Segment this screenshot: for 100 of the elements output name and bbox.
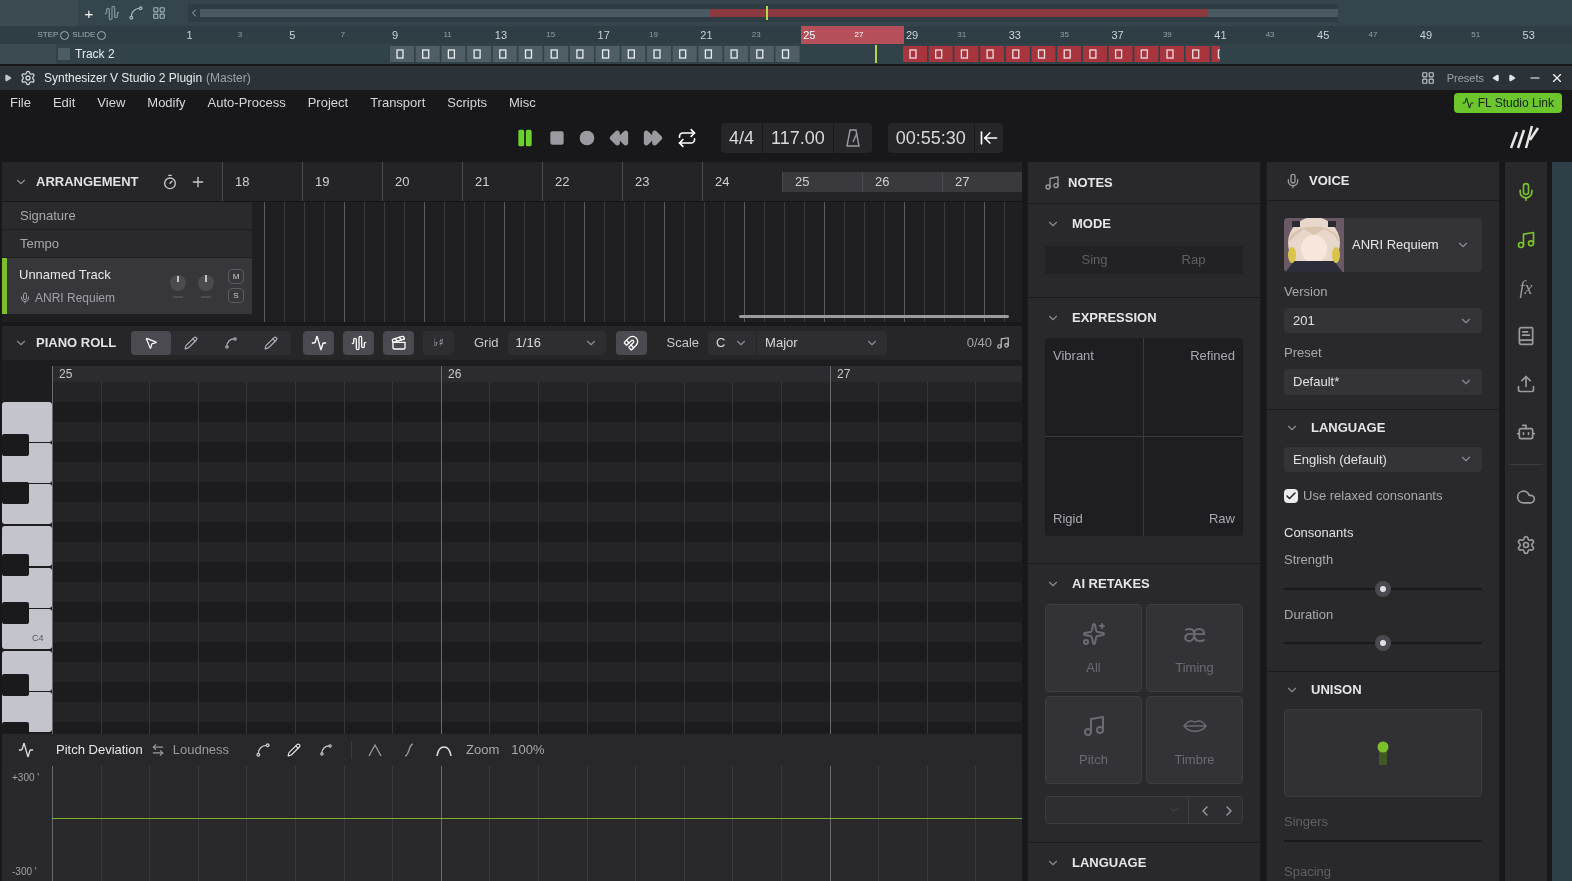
slide-toggle[interactable]: SLIDE — [72, 29, 107, 41]
axis-label: +300 ' — [12, 771, 40, 785]
track-label[interactable]: Track 2 — [75, 45, 185, 63]
menu-item[interactable]: Edit — [52, 93, 76, 113]
section-title: LANGUAGE — [1072, 854, 1147, 873]
fl-studio-link-button[interactable]: FL Studio Link — [1453, 93, 1562, 113]
slider-label: Duration — [1284, 605, 1335, 624]
rewind-icon[interactable] — [609, 128, 629, 148]
jump-icon[interactable] — [978, 128, 999, 148]
select-tool-icon[interactable] — [131, 331, 171, 355]
bar-number: 29 — [904, 27, 920, 43]
connector-icon[interactable] — [128, 5, 144, 21]
slider-thumb[interactable] — [1375, 635, 1391, 652]
collapse-icon[interactable] — [4, 74, 12, 82]
menu-item[interactable]: Misc — [509, 93, 536, 113]
presets-label[interactable]: Presets — [1446, 69, 1484, 87]
snap-icon[interactable] — [615, 331, 647, 355]
mute-button[interactable]: M — [228, 269, 244, 284]
language-dropdown[interactable]: English (default) — [1284, 446, 1482, 473]
clapperboard-icon[interactable] — [383, 331, 414, 355]
parameter-tab[interactable]: Loudness — [172, 740, 230, 760]
next-icon[interactable] — [1508, 74, 1516, 82]
menu-item[interactable]: Project — [307, 93, 349, 113]
sparkle-icon — [1081, 622, 1106, 646]
mic-icon — [1285, 172, 1301, 189]
voice-selector[interactable]: ANRI Requiem — [1284, 217, 1482, 273]
waveform-icon[interactable] — [343, 331, 374, 355]
expression-pad[interactable]: Vibrant Refined Rigid Raw — [1045, 338, 1243, 536]
bar-number: 43 — [1264, 29, 1276, 41]
bar-number: 25 — [801, 26, 853, 44]
previous-icon[interactable] — [1492, 74, 1500, 82]
parameter-tab[interactable]: Pitch Deviation — [56, 740, 143, 760]
bar-number: 35 — [1059, 29, 1070, 41]
menu-item[interactable]: Scripts — [447, 93, 487, 113]
menu-item[interactable]: Modify — [147, 93, 186, 113]
lips-icon — [1182, 718, 1207, 734]
pause-icon[interactable] — [515, 128, 535, 148]
scrollbar[interactable] — [739, 315, 1009, 318]
tempo-value[interactable]: 117.00 — [763, 124, 833, 152]
menu-item[interactable]: Auto-Process — [207, 93, 286, 113]
panel-title: VOICE — [1309, 172, 1350, 191]
step-toggle[interactable]: STEP — [37, 29, 70, 41]
bar-number: 41 — [1213, 27, 1228, 43]
add-button[interactable]: + — [78, 2, 100, 24]
swap-icon[interactable] — [150, 743, 165, 757]
preset-dropdown[interactable]: Default* — [1284, 369, 1482, 395]
record-icon[interactable] — [579, 130, 595, 146]
menu-item[interactable]: File — [10, 93, 31, 113]
time-signature[interactable]: 4/4 — [721, 124, 763, 152]
bar-number: 7 — [339, 29, 347, 41]
bar-number: 21 — [699, 27, 714, 43]
track-header[interactable]: Unnamed Track ANRI Requiem M S — [2, 258, 252, 314]
menu-item[interactable]: View — [97, 93, 126, 113]
bar-number: 21 — [462, 162, 542, 201]
pitch-curve-icon[interactable] — [303, 331, 334, 355]
curve-tool-icon[interactable] — [255, 742, 272, 758]
menu-item[interactable]: Transport — [370, 93, 426, 113]
section-title: LANGUAGE — [1311, 419, 1386, 438]
grid-dropdown[interactable]: 1/16 — [507, 331, 606, 355]
fast-forward-icon[interactable] — [643, 128, 663, 148]
link-icon — [1461, 97, 1474, 109]
function-icon[interactable]: fx — [1519, 264, 1533, 312]
pan-knob[interactable] — [196, 273, 216, 299]
singer-dot-icon — [1377, 740, 1389, 765]
arch-icon[interactable] — [436, 743, 453, 757]
stop-icon[interactable] — [549, 130, 565, 146]
bar-number: 20 — [382, 162, 462, 201]
scale-key-dropdown[interactable]: C — [708, 331, 757, 355]
bar-number: 5 — [288, 27, 297, 43]
close-icon[interactable] — [1550, 71, 1564, 85]
bar-number: 15 — [545, 29, 557, 41]
track-button[interactable] — [58, 48, 70, 60]
timer-icon[interactable] — [162, 173, 178, 190]
flat-sharp-icon[interactable]: ♭♯ — [423, 331, 454, 355]
field-label: Preset — [1284, 344, 1323, 363]
loop-icon[interactable] — [677, 128, 697, 148]
bar-number: 31 — [956, 29, 968, 41]
slider-thumb[interactable] — [1375, 580, 1391, 597]
volume-knob[interactable] — [168, 273, 188, 299]
bar-number: 17 — [596, 27, 611, 43]
corner-label: Vibrant — [1053, 348, 1094, 363]
grid-icon[interactable] — [1420, 71, 1435, 85]
bar-number: 51 — [1470, 29, 1482, 41]
pencil-icon[interactable] — [287, 743, 302, 757]
solo-button[interactable]: S — [228, 288, 244, 303]
bar-number: 39 — [1161, 29, 1173, 41]
curve-icon[interactable] — [18, 742, 34, 758]
line-tool-icon[interactable] — [319, 743, 334, 757]
scale-mode-dropdown[interactable]: Major — [757, 331, 888, 355]
glyph-icon: æ — [1182, 622, 1207, 646]
metronome-icon[interactable] — [845, 129, 860, 147]
zoom-label: Zoom — [466, 741, 500, 760]
slider-label: Strength — [1284, 551, 1335, 570]
slider-label: Singers — [1284, 813, 1330, 832]
settings-icon[interactable] — [20, 70, 36, 86]
relaxed-checkbox[interactable]: Use relaxed consonants — [1284, 486, 1482, 506]
version-dropdown[interactable]: 201 — [1284, 307, 1482, 334]
field-label: Version — [1284, 283, 1329, 302]
corner-label: Rigid — [1053, 509, 1083, 528]
peak-icon[interactable] — [368, 743, 383, 757]
